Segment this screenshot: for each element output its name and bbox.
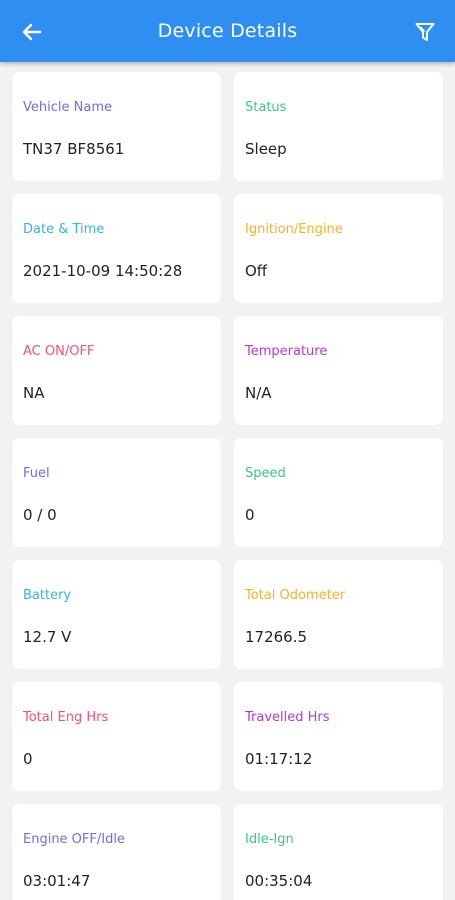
detail-value: Off: [245, 262, 268, 280]
filter-icon: [415, 23, 435, 41]
detail-label: Total Eng Hrs: [23, 710, 109, 725]
detail-label: Status: [245, 100, 287, 115]
detail-card-total-odometer: Total Odometer 17266.5: [234, 560, 443, 669]
detail-card-battery: Battery 12.7 V: [12, 560, 221, 669]
details-scroll-area[interactable]: Vehicle Name TN37 BF8561 Status Sleep Da…: [0, 62, 455, 900]
detail-card-engine-off-idle: Engine OFF/Idle 03:01:47: [12, 804, 221, 900]
detail-label: Speed: [245, 466, 286, 481]
detail-label: Travelled Hrs: [245, 710, 330, 725]
detail-label: Battery: [23, 588, 72, 603]
detail-label: Total Odometer: [245, 588, 346, 603]
detail-value: 12.7 V: [23, 628, 72, 646]
detail-card-ignition-engine: Ignition/Engine Off: [234, 194, 443, 303]
detail-card-status: Status Sleep: [234, 72, 443, 181]
detail-label: Idle-Ign: [245, 832, 294, 847]
detail-value: 03:01:47: [23, 872, 91, 890]
page-title: Device Details: [157, 20, 298, 42]
detail-label: Ignition/Engine: [245, 222, 343, 237]
detail-label: AC ON/OFF: [23, 344, 95, 359]
detail-card-temperature: Temperature N/A: [234, 316, 443, 425]
detail-card-idle-ign: Idle-Ign 00:35:04: [234, 804, 443, 900]
detail-card-total-eng-hrs: Total Eng Hrs 0: [12, 682, 221, 791]
detail-label: Engine OFF/Idle: [23, 832, 125, 847]
details-grid: Vehicle Name TN37 BF8561 Status Sleep Da…: [0, 62, 455, 900]
detail-card-vehicle-name: Vehicle Name TN37 BF8561: [12, 72, 221, 181]
detail-card-fuel: Fuel 0 / 0: [12, 438, 221, 547]
detail-value: 17266.5: [245, 628, 308, 646]
detail-value: 0: [23, 750, 33, 768]
detail-value: 00:35:04: [245, 872, 313, 890]
arrow-left-icon: [22, 23, 42, 41]
filter-button[interactable]: [409, 16, 441, 48]
detail-card-speed: Speed 0: [234, 438, 443, 547]
detail-value: 0 / 0: [23, 506, 57, 524]
detail-card-travelled-hrs: Travelled Hrs 01:17:12: [234, 682, 443, 791]
detail-label: Vehicle Name: [23, 100, 112, 115]
detail-value: N/A: [245, 384, 272, 402]
detail-value: 0: [245, 506, 255, 524]
detail-label: Fuel: [23, 466, 50, 481]
detail-value: TN37 BF8561: [23, 140, 125, 158]
detail-card-date-time: Date & Time 2021-10-09 14:50:28: [12, 194, 221, 303]
detail-value: NA: [23, 384, 45, 402]
back-button[interactable]: [16, 16, 48, 48]
detail-card-ac: AC ON/OFF NA: [12, 316, 221, 425]
detail-value: Sleep: [245, 140, 287, 158]
detail-label: Temperature: [245, 344, 328, 359]
detail-value: 01:17:12: [245, 750, 313, 768]
app-bar: Device Details: [0, 0, 455, 62]
detail-value: 2021-10-09 14:50:28: [23, 262, 183, 280]
detail-label: Date & Time: [23, 222, 105, 237]
